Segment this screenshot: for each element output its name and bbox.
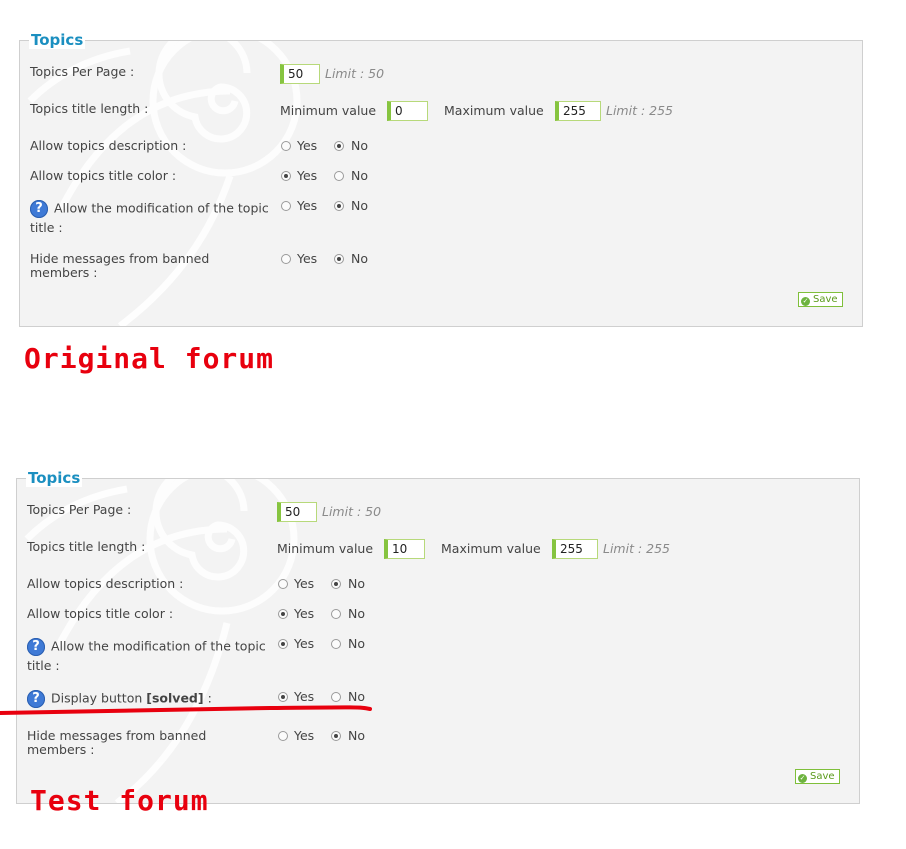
banned-label-line2: members : — [30, 265, 98, 280]
panel-legend: Topics — [29, 31, 86, 49]
topics-per-page-input[interactable]: 50 — [280, 64, 320, 84]
description-yes-label: Yes — [294, 576, 315, 591]
save-button[interactable]: ✓ Save — [798, 292, 843, 307]
help-question-icon[interactable]: ? — [30, 200, 48, 218]
min-value-label: Minimum value — [280, 103, 377, 118]
banned-no-label: No — [348, 728, 365, 743]
description-no-radio[interactable] — [334, 141, 344, 151]
banned-label: Hide messages from banned members : — [27, 729, 206, 757]
banned-no-radio[interactable] — [331, 731, 341, 741]
banned-no-radio[interactable] — [334, 254, 344, 264]
max-value-limit: Limit : 255 — [606, 103, 674, 118]
modification-no-label: No — [348, 636, 365, 651]
description-no-radio[interactable] — [331, 579, 341, 589]
modification-yes-radio[interactable] — [281, 201, 291, 211]
banned-yes-label: Yes — [294, 728, 315, 743]
description-yes-radio[interactable] — [278, 579, 288, 589]
solved-yes-radio[interactable] — [278, 692, 288, 702]
modification-label-line1: Allow the modification of the topic — [54, 200, 269, 216]
description-label: Allow topics description : — [27, 576, 184, 591]
modification-no-radio[interactable] — [331, 639, 341, 649]
topics-per-page-label: Topics Per Page : — [27, 502, 132, 517]
title-color-no-radio[interactable] — [331, 609, 341, 619]
swirl-background — [27, 41, 301, 326]
solved-label-suffix: : — [207, 690, 212, 706]
min-value-input[interactable]: 0 — [387, 101, 428, 121]
banned-label-line1: Hide messages from banned — [27, 728, 207, 743]
banned-yes-label: Yes — [297, 251, 318, 266]
title-color-no-radio[interactable] — [334, 171, 344, 181]
title-color-yes-radio[interactable] — [278, 609, 288, 619]
description-label: Allow topics description : — [30, 138, 187, 153]
caption-test-forum: Test forum — [30, 784, 209, 817]
solved-label: ? Display button [solved] : — [27, 690, 212, 708]
banned-no-label: No — [351, 251, 368, 266]
solved-yes-label: Yes — [294, 689, 315, 704]
banned-label-line2: members : — [27, 742, 95, 757]
save-button-label: Save — [813, 294, 838, 305]
solved-no-radio[interactable] — [331, 692, 341, 702]
max-value-limit: Limit : 255 — [603, 541, 671, 556]
modification-label: ? Allow the modification of the topic tit… — [27, 638, 277, 673]
check-circle-icon: ✓ — [798, 774, 807, 783]
help-question-icon[interactable]: ? — [27, 690, 45, 708]
modification-yes-label: Yes — [297, 198, 318, 213]
solved-label-bold: [solved] — [146, 690, 204, 706]
panel-original — [19, 40, 863, 327]
max-value-input[interactable]: 255 — [552, 539, 598, 559]
modification-label-line2: title : — [27, 658, 60, 673]
title-color-no-label: No — [351, 168, 368, 183]
modification-yes-label: Yes — [294, 636, 315, 651]
title-color-label: Allow topics title color : — [30, 168, 177, 183]
modification-label-line2: title : — [30, 220, 63, 235]
caption-original-forum: Original forum — [24, 342, 275, 375]
max-value-input[interactable]: 255 — [555, 101, 601, 121]
title-color-label: Allow topics title color : — [27, 606, 174, 621]
min-value-label: Minimum value — [277, 541, 374, 556]
description-no-label: No — [348, 576, 365, 591]
topics-per-page-limit: Limit : 50 — [325, 66, 385, 81]
save-button-label: Save — [810, 771, 835, 782]
modification-label-line1: Allow the modification of the topic — [51, 638, 266, 654]
modification-no-label: No — [351, 198, 368, 213]
title-color-no-label: No — [348, 606, 365, 621]
banned-label-line1: Hide messages from banned — [30, 251, 210, 266]
description-yes-label: Yes — [297, 138, 318, 153]
solved-no-label: No — [348, 689, 365, 704]
title-length-label: Topics title length : — [30, 101, 149, 116]
solved-label-prefix: Display button — [51, 690, 143, 706]
topics-per-page-input[interactable]: 50 — [277, 502, 317, 522]
check-circle-icon: ✓ — [801, 297, 810, 306]
title-color-yes-label: Yes — [297, 168, 318, 183]
modification-no-radio[interactable] — [334, 201, 344, 211]
banned-label: Hide messages from banned members : — [30, 252, 209, 280]
modification-label: ? Allow the modification of the topic tit… — [30, 200, 280, 235]
modification-yes-radio[interactable] — [278, 639, 288, 649]
title-length-label: Topics title length : — [27, 539, 146, 554]
title-color-yes-radio[interactable] — [281, 171, 291, 181]
panel-legend: Topics — [26, 469, 83, 487]
topics-per-page-limit: Limit : 50 — [322, 504, 382, 519]
max-value-label: Maximum value — [441, 541, 541, 556]
max-value-label: Maximum value — [444, 103, 544, 118]
description-yes-radio[interactable] — [281, 141, 291, 151]
banned-yes-radio[interactable] — [278, 731, 288, 741]
banned-yes-radio[interactable] — [281, 254, 291, 264]
save-button[interactable]: ✓ Save — [795, 769, 840, 784]
min-value-input[interactable]: 10 — [384, 539, 425, 559]
help-question-icon[interactable]: ? — [27, 638, 45, 656]
title-color-yes-label: Yes — [294, 606, 315, 621]
description-no-label: No — [351, 138, 368, 153]
topics-per-page-label: Topics Per Page : — [30, 64, 135, 79]
